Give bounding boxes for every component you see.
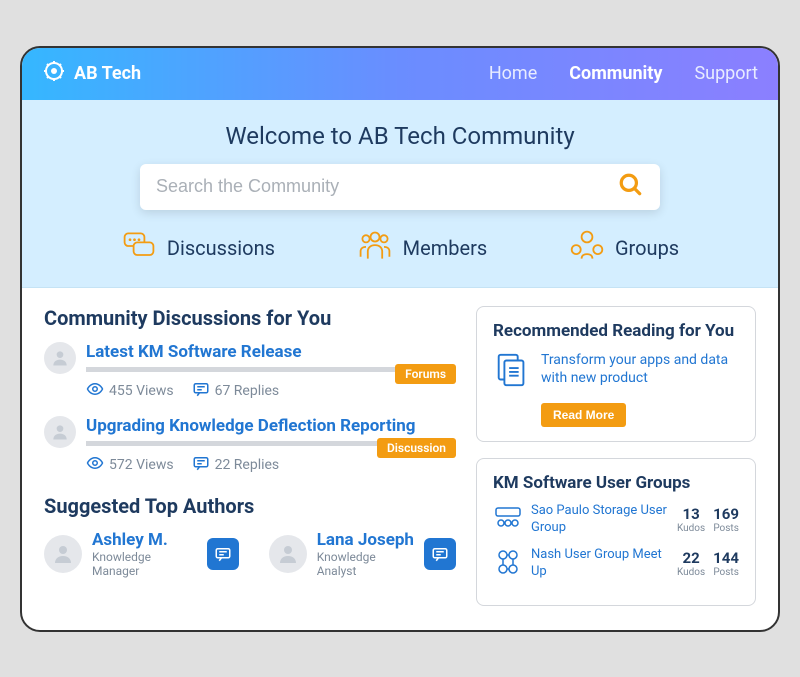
search-row bbox=[50, 164, 750, 210]
posts-label: Posts bbox=[713, 523, 739, 534]
read-more-button[interactable]: Read More bbox=[541, 403, 626, 427]
replies-text: 22 Replies bbox=[215, 457, 280, 473]
groups-icon bbox=[569, 228, 605, 269]
author-info: Lana Joseph Knowledge Analyst bbox=[317, 530, 414, 578]
authors-section: Suggested Top Authors Ashley M. Knowledg… bbox=[44, 494, 456, 578]
avatar bbox=[44, 416, 76, 448]
brand-text: AB Tech bbox=[74, 63, 141, 84]
reply-icon bbox=[192, 380, 210, 402]
recommended-text[interactable]: Transform your apps and data with new pr… bbox=[541, 351, 739, 387]
kudos-label: Kudos bbox=[677, 523, 705, 534]
views-stat: 572 Views bbox=[86, 454, 174, 476]
search-input[interactable] bbox=[156, 176, 618, 197]
views-text: 572 Views bbox=[109, 457, 174, 473]
category-badge: Discussion bbox=[377, 438, 456, 458]
message-button[interactable] bbox=[207, 538, 239, 570]
tab-members-label: Members bbox=[403, 236, 488, 260]
document-icon bbox=[493, 351, 531, 393]
tabs: Discussions Members Groups bbox=[50, 228, 750, 269]
author-name[interactable]: Ashley M. bbox=[92, 530, 197, 550]
eye-icon bbox=[86, 454, 104, 476]
group-stats: 13 Kudos 169 Posts bbox=[677, 505, 739, 534]
avatar bbox=[269, 535, 307, 573]
recommended-heading: Recommended Reading for You bbox=[493, 321, 739, 341]
replies-stat: 22 Replies bbox=[192, 454, 280, 476]
views-stat: 455 Views bbox=[86, 380, 174, 402]
discussions-icon bbox=[121, 228, 157, 269]
posts-count: 169 bbox=[713, 505, 739, 523]
group-item: Nash User Group Meet Up 22 Kudos 144 Pos… bbox=[493, 547, 739, 581]
tab-discussions-label: Discussions bbox=[167, 236, 275, 260]
eye-icon bbox=[86, 380, 104, 402]
author-info: Ashley M. Knowledge Manager bbox=[92, 530, 197, 578]
hero: Welcome to AB Tech Community Discussions bbox=[22, 100, 778, 288]
members-icon bbox=[357, 228, 393, 269]
author-item: Lana Joseph Knowledge Analyst bbox=[269, 530, 456, 578]
group-name[interactable]: Sao Paulo Storage User Group bbox=[531, 503, 669, 536]
discussion-item: Latest KM Software Release 455 Views 67 … bbox=[44, 342, 456, 402]
group-icon bbox=[493, 547, 523, 581]
posts-stat: 169 Posts bbox=[713, 505, 739, 534]
avatar bbox=[44, 342, 76, 374]
author-role: Knowledge Analyst bbox=[317, 550, 414, 578]
right-column: Recommended Reading for You Transform yo… bbox=[476, 306, 756, 606]
kudos-stat: 13 Kudos bbox=[677, 505, 705, 534]
discussion-title[interactable]: Latest KM Software Release bbox=[86, 342, 456, 363]
message-button[interactable] bbox=[424, 538, 456, 570]
navbar: AB Tech Home Community Support bbox=[22, 48, 778, 100]
group-stats: 22 Kudos 144 Posts bbox=[677, 549, 739, 578]
kudos-count: 13 bbox=[677, 505, 705, 523]
brand-icon bbox=[42, 59, 66, 88]
divider-bar bbox=[86, 441, 412, 446]
left-column: Community Discussions for You Latest KM … bbox=[44, 306, 456, 606]
divider-bar bbox=[86, 367, 412, 372]
group-item: Sao Paulo Storage User Group 13 Kudos 16… bbox=[493, 503, 739, 537]
posts-label: Posts bbox=[713, 567, 739, 578]
tab-groups-label: Groups bbox=[615, 236, 679, 260]
nav-community[interactable]: Community bbox=[569, 63, 662, 84]
nav-items: Home Community Support bbox=[489, 63, 758, 84]
content: Community Discussions for You Latest KM … bbox=[22, 288, 778, 630]
reply-icon bbox=[192, 454, 210, 476]
kudos-stat: 22 Kudos bbox=[677, 549, 705, 578]
avatar bbox=[44, 535, 82, 573]
author-name[interactable]: Lana Joseph bbox=[317, 530, 414, 550]
search-box bbox=[140, 164, 660, 210]
discussion-title[interactable]: Upgrading Knowledge Deflection Reporting bbox=[86, 416, 456, 437]
tab-groups[interactable]: Groups bbox=[569, 228, 679, 269]
nav-support[interactable]: Support bbox=[694, 63, 758, 84]
category-badge: Forums bbox=[395, 364, 456, 384]
group-icon bbox=[493, 503, 523, 537]
recommended-card: Recommended Reading for You Transform yo… bbox=[476, 306, 756, 442]
author-item: Ashley M. Knowledge Manager bbox=[44, 530, 239, 578]
recommended-row: Transform your apps and data with new pr… bbox=[493, 351, 739, 393]
hero-title: Welcome to AB Tech Community bbox=[50, 122, 750, 150]
replies-text: 67 Replies bbox=[215, 383, 280, 399]
tab-discussions[interactable]: Discussions bbox=[121, 228, 275, 269]
discussion-item: Upgrading Knowledge Deflection Reporting… bbox=[44, 416, 456, 476]
author-role: Knowledge Manager bbox=[92, 550, 197, 578]
groups-card: KM Software User Groups Sao Paulo Storag… bbox=[476, 458, 756, 606]
authors-list: Ashley M. Knowledge Manager Lana Joseph bbox=[44, 530, 456, 578]
authors-heading: Suggested Top Authors bbox=[44, 494, 456, 518]
replies-stat: 67 Replies bbox=[192, 380, 280, 402]
kudos-count: 22 bbox=[677, 549, 705, 567]
discussions-heading: Community Discussions for You bbox=[44, 306, 456, 330]
group-name[interactable]: Nash User Group Meet Up bbox=[531, 547, 669, 580]
views-text: 455 Views bbox=[109, 383, 174, 399]
nav-home[interactable]: Home bbox=[489, 63, 537, 84]
kudos-label: Kudos bbox=[677, 567, 705, 578]
search-icon[interactable] bbox=[618, 172, 644, 202]
posts-stat: 144 Posts bbox=[713, 549, 739, 578]
tab-members[interactable]: Members bbox=[357, 228, 488, 269]
posts-count: 144 bbox=[713, 549, 739, 567]
brand: AB Tech bbox=[42, 59, 141, 88]
app-frame: AB Tech Home Community Support Welcome t… bbox=[20, 46, 780, 632]
groups-heading: KM Software User Groups bbox=[493, 473, 739, 493]
